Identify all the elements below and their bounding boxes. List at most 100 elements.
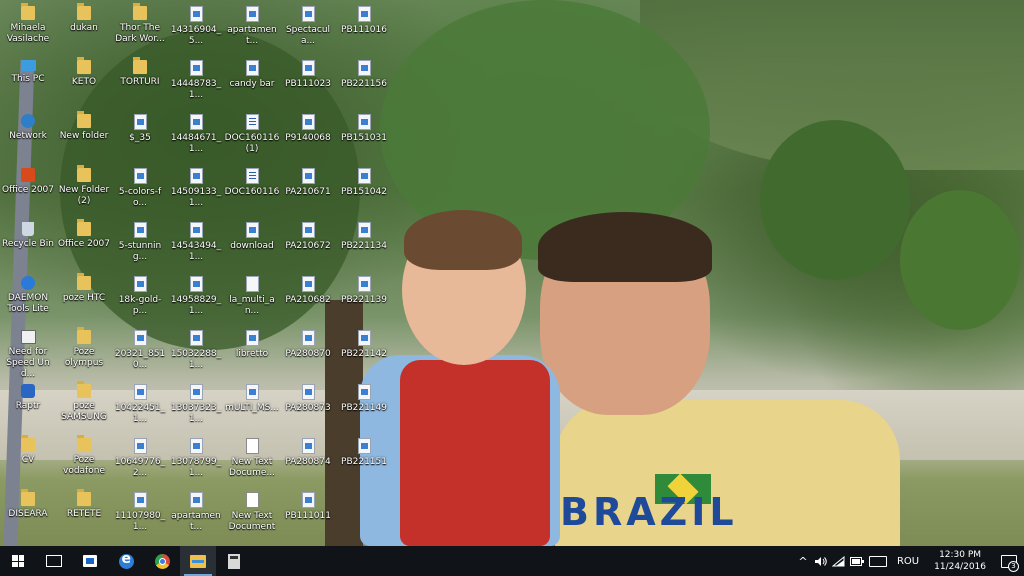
desktop-icon[interactable]: CV (0, 432, 56, 466)
desktop-icon[interactable]: Mihaela Vasilache (0, 0, 56, 45)
desktop-icon[interactable]: 14484671_1... (168, 108, 224, 155)
image-icon (301, 222, 315, 238)
folder-icon (77, 57, 91, 74)
desktop-icon[interactable]: Recycle Bin (0, 216, 56, 250)
desktop-icon[interactable]: Poze vodafone (56, 432, 112, 477)
clock-time: 12:30 PM (939, 550, 982, 560)
desktop-icon[interactable]: PB221149 (336, 378, 392, 414)
desktop-icon[interactable]: Raptr (0, 378, 56, 412)
edge-button[interactable] (108, 546, 144, 576)
desktop-icon[interactable]: DAEMON Tools Lite (0, 270, 56, 315)
desktop-icon[interactable]: 15032288_1... (168, 324, 224, 371)
desktop-icon[interactable]: PA280873 (280, 378, 336, 414)
desktop-icon[interactable]: 13037323_1... (168, 378, 224, 425)
desktop-icon[interactable]: PB221156 (336, 54, 392, 90)
desktop-icon[interactable]: Office 2007 (56, 216, 112, 250)
desktop-icon[interactable]: New folder (56, 108, 112, 142)
desktop-icon[interactable]: PB221134 (336, 216, 392, 252)
start-button[interactable] (0, 546, 36, 576)
calculator-button[interactable] (216, 546, 252, 576)
task-view-icon (46, 555, 62, 567)
desktop-icon[interactable]: dukan (56, 0, 112, 34)
desktop-icon[interactable]: apartament... (168, 486, 224, 533)
desktop-icon[interactable]: 10422451_1... (112, 378, 168, 425)
desktop-icon[interactable]: download (224, 216, 280, 252)
desktop-icon-label: PB151031 (341, 133, 387, 143)
desktop-icon[interactable]: P9140068 (280, 108, 336, 144)
desktop-icon[interactable]: New Folder (2) (56, 162, 112, 207)
desktop-icon[interactable]: libretto (224, 324, 280, 360)
desktop-icon[interactable]: poze SAMSUNG (56, 378, 112, 423)
image-icon (133, 330, 147, 346)
notification-count-badge: 3 (1008, 561, 1019, 572)
desktop-icon[interactable]: Need for Speed Und... (0, 324, 56, 380)
desktop-icon-label: Office 2007 (57, 239, 111, 249)
volume-icon[interactable] (812, 546, 830, 576)
network-icon (21, 114, 35, 128)
desktop-icon[interactable]: PB111016 (336, 0, 392, 36)
desktop-icon[interactable]: 14316904_5... (168, 0, 224, 47)
desktop-icon[interactable]: KETO (56, 54, 112, 88)
desktop-icon[interactable]: 18k-gold-p... (112, 270, 168, 317)
desktop-icon[interactable]: 14543494_1... (168, 216, 224, 263)
desktop-icon[interactable]: apartament... (224, 0, 280, 47)
desktop-icon-label: 5-stunning... (118, 241, 162, 262)
action-center-button[interactable]: 3 (994, 546, 1024, 576)
desktop-icon[interactable]: PB221151 (336, 432, 392, 468)
file-explorer-button[interactable] (180, 546, 216, 576)
desktop-icon[interactable]: 13078799_1... (168, 432, 224, 479)
desktop-icon-label: 14509133_1... (170, 187, 222, 208)
desktop-icon[interactable]: PB111011 (280, 486, 336, 522)
desktop-icon[interactable]: 10649776_2... (112, 432, 168, 479)
desktop-icon[interactable]: PB151031 (336, 108, 392, 144)
desktop-icon-label: download (230, 241, 274, 251)
desktop-icon[interactable]: New Text Docume... (224, 432, 280, 479)
image-icon (301, 114, 315, 130)
clock[interactable]: 12:30 PM 11/24/2016 (926, 549, 994, 573)
desktop-icon[interactable]: 14448783_1... (168, 54, 224, 101)
desktop-icon[interactable]: PA280870 (280, 324, 336, 360)
desktop-icon[interactable]: la_multi_an... (224, 270, 280, 317)
desktop-icon[interactable]: 5-stunning... (112, 216, 168, 263)
desktop-icon[interactable]: PA210682 (280, 270, 336, 306)
input-language-indicator[interactable]: ROU (890, 556, 926, 567)
desktop-icon-label: PB221134 (341, 241, 387, 251)
show-hidden-icons-chevron-icon[interactable]: ^ (794, 546, 812, 576)
desktop-icon[interactable]: mULTI_MS... (224, 378, 280, 414)
desktop-icon[interactable]: 5-colors-fo... (112, 162, 168, 209)
chrome-button[interactable] (144, 546, 180, 576)
desktop-icon[interactable]: RETETE (56, 486, 112, 520)
desktop-icon[interactable]: Thor The Dark Wor... (112, 0, 168, 45)
desktop-icon[interactable]: candy bar (224, 54, 280, 90)
desktop-icon[interactable]: Spectacula... (280, 0, 336, 47)
desktop-icon[interactable]: PB151042 (336, 162, 392, 198)
wifi-icon[interactable] (830, 546, 848, 576)
desktop-icon[interactable]: New Text Document (224, 486, 280, 533)
desktop-icon[interactable]: poze HTC (56, 270, 112, 304)
desktop-icon[interactable]: 11107980_1... (112, 486, 168, 533)
image-icon (245, 222, 259, 238)
desktop-icon[interactable]: Office 2007 (0, 162, 56, 196)
desktop-icon[interactable]: PA280874 (280, 432, 336, 468)
desktop-icon[interactable]: PB111023 (280, 54, 336, 90)
desktop-icon[interactable]: Network (0, 108, 56, 142)
desktop-icon[interactable]: 14509133_1... (168, 162, 224, 209)
desktop-icon[interactable]: PA210671 (280, 162, 336, 198)
touch-keyboard-icon[interactable] (866, 546, 890, 576)
desktop-icon[interactable]: PB221139 (336, 270, 392, 306)
desktop-icon[interactable]: DISEARA (0, 486, 56, 520)
battery-icon[interactable] (848, 546, 866, 576)
desktop-icon[interactable]: This PC (0, 54, 56, 85)
desktop-icon[interactable]: PA210672 (280, 216, 336, 252)
desktop-icon[interactable]: DOC160116 (1) (224, 108, 280, 155)
store-button[interactable] (72, 546, 108, 576)
desktop-icon[interactable]: 20321_8510... (112, 324, 168, 371)
desktop-icon[interactable]: 14958829_1... (168, 270, 224, 317)
desktop-icon[interactable]: PB221142 (336, 324, 392, 360)
desktop-icon[interactable]: TORTURI (112, 54, 168, 88)
image-icon (189, 168, 203, 184)
desktop-icon[interactable]: DOC160116 (224, 162, 280, 198)
desktop-icon[interactable]: $_35 (112, 108, 168, 144)
task-view-button[interactable] (36, 546, 72, 576)
desktop-icon[interactable]: Poze olympus (56, 324, 112, 369)
